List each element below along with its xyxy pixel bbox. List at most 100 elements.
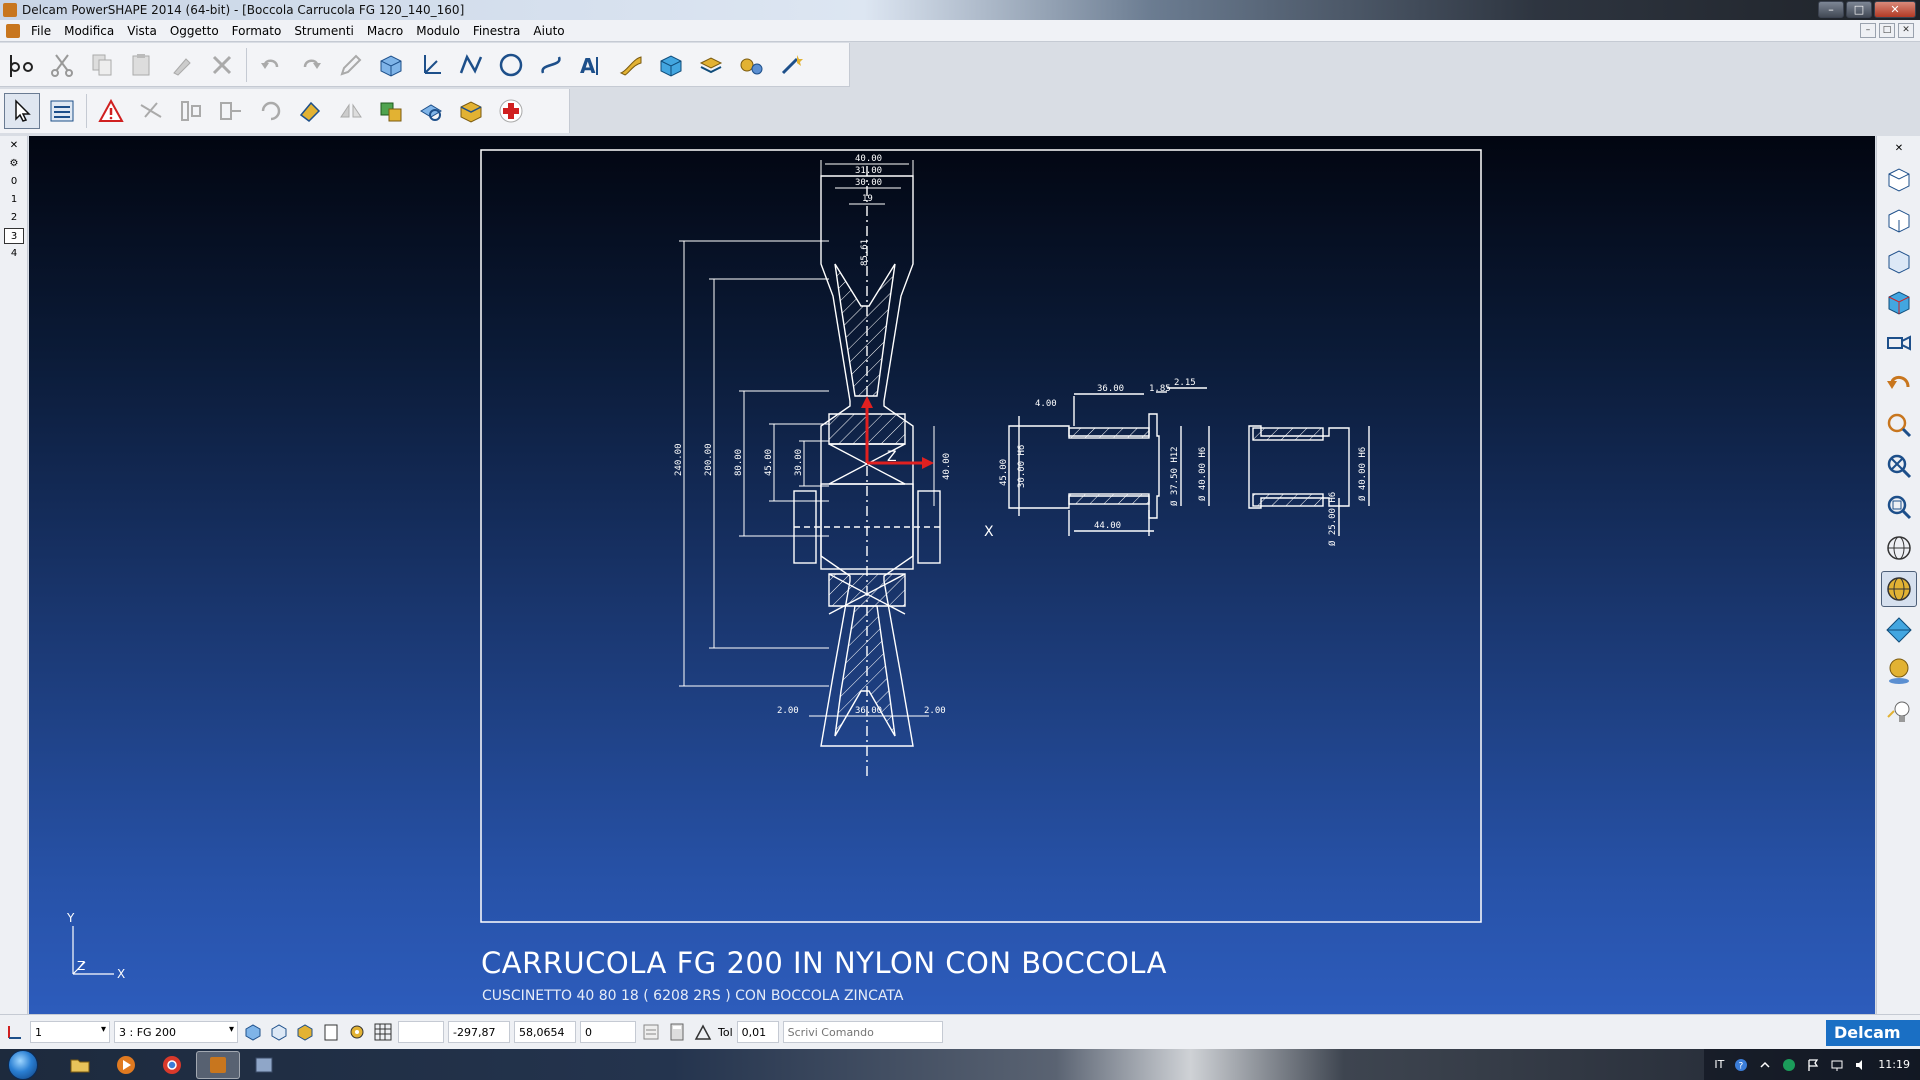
menu-finestra[interactable]: Finestra [468,24,529,38]
repair-button[interactable] [493,93,529,129]
start-button[interactable] [8,1050,38,1080]
taskbar-explorer[interactable] [58,1051,102,1079]
level-select[interactable]: 3 : FG 200 [114,1021,238,1043]
action-center-tray-icon[interactable] [1806,1058,1820,1072]
edit-selection-button[interactable] [333,47,369,83]
level-item-2[interactable]: 2 [4,210,24,226]
mesh-tool-button[interactable] [693,47,729,83]
cad-viewport[interactable]: 40.00 31.00 30.00 19 85.61 240.00 200.00… [29,136,1875,1014]
format-painter-button[interactable] [164,47,200,83]
view-camera-button[interactable] [1881,325,1917,361]
tray-expand-icon[interactable] [1758,1058,1772,1072]
zoom-box-button[interactable] [1881,489,1917,525]
antivirus-tray-icon[interactable] [1782,1058,1796,1072]
menu-modulo[interactable]: Modulo [411,24,468,38]
taskbar-app[interactable] [242,1051,286,1079]
y-coordinate[interactable]: 58,0654 [514,1021,576,1043]
select-button[interactable] [4,93,40,129]
wireframe-view-button[interactable] [1881,530,1917,566]
copy-button[interactable] [84,47,120,83]
view-front-button[interactable] [1881,202,1917,238]
z-coordinate[interactable]: 0 [580,1021,636,1043]
material-status-icon[interactable] [242,1021,264,1043]
view-side-button[interactable] [1881,243,1917,279]
calculator-icon[interactable] [666,1021,688,1043]
workplane-tool-button[interactable] [4,47,40,83]
boolean-button[interactable] [373,93,409,129]
document-icon[interactable] [6,23,20,38]
paste-button[interactable] [124,47,160,83]
level-item-3[interactable]: 3 [4,228,24,244]
surface-tool-button[interactable] [613,47,649,83]
help-tray-icon[interactable]: ? [1734,1058,1748,1072]
shaded-view-button[interactable] [1881,571,1917,607]
workplane-select[interactable]: 1 [30,1021,110,1043]
model-box-button[interactable] [453,93,489,129]
mirror-button[interactable] [333,93,369,129]
transform-button[interactable] [293,93,329,129]
network-tray-icon[interactable] [1830,1058,1844,1072]
workplane-status-icon[interactable] [4,1021,26,1043]
material-button[interactable] [1881,653,1917,689]
limit-button[interactable] [173,93,209,129]
line-tool-button[interactable] [453,47,489,83]
doc-restore-button[interactable]: □ [1879,23,1895,38]
surface-status-icon[interactable] [294,1021,316,1043]
lighting-button[interactable] [1881,612,1917,648]
grid-toggle[interactable] [372,1021,394,1043]
workplane-create-button[interactable] [413,47,449,83]
doc-minimize-button[interactable]: – [1860,23,1876,38]
menu-strumenti[interactable]: Strumenti [289,24,362,38]
cut-button[interactable] [44,47,80,83]
x-coordinate[interactable]: -297,87 [448,1021,510,1043]
analysis-button[interactable] [413,93,449,129]
doc-close-button[interactable]: ✕ [1898,23,1914,38]
view-top-button[interactable] [1881,161,1917,197]
command-input[interactable] [782,1021,943,1043]
tolerance-field[interactable]: 0,01 [736,1021,779,1043]
selection-filter-button[interactable] [44,93,80,129]
text-tool-button[interactable]: A [573,47,609,83]
level-item-4[interactable]: 4 [4,246,24,262]
previous-view-button[interactable] [1881,366,1917,402]
view-iso-button[interactable] [1881,284,1917,320]
trim-button[interactable] [133,93,169,129]
zoom-dynamic-button[interactable] [1881,407,1917,443]
clipboard-status-icon[interactable] [320,1021,342,1043]
solid-status-icon[interactable] [268,1021,290,1043]
coordinate-mode-icon[interactable] [640,1021,662,1043]
solid-tool-button[interactable] [653,47,689,83]
taskbar-chrome[interactable] [150,1051,194,1079]
rotate-button[interactable] [253,93,289,129]
tools-wizard-button[interactable] [773,47,809,83]
tolerance-icon[interactable] [692,1021,714,1043]
light-settings-button[interactable] [1881,694,1917,730]
maximize-button[interactable]: □ [1846,1,1872,18]
menu-formato[interactable]: Formato [227,24,290,38]
zoom-all-button[interactable] [1881,448,1917,484]
warning-check-button[interactable] [93,93,129,129]
curve-tool-button[interactable] [533,47,569,83]
menu-aiuto[interactable]: Aiuto [528,24,572,38]
menu-modifica[interactable]: Modifica [59,24,122,38]
taskbar-media-player[interactable] [104,1051,148,1079]
delete-button[interactable] [204,47,240,83]
level-panel-close-icon[interactable]: ✕ [4,138,24,154]
view-tools-button[interactable] [373,47,409,83]
minimize-button[interactable]: – [1818,1,1844,18]
level-item-0[interactable]: 0 [4,174,24,190]
assembly-tool-button[interactable] [733,47,769,83]
close-button[interactable]: ✕ [1874,1,1916,18]
language-indicator[interactable]: IT [1714,1058,1724,1071]
clock[interactable]: 11:19 [1878,1058,1910,1071]
snap-status-icon[interactable] [346,1021,368,1043]
level-settings-icon[interactable]: ⚙ [4,156,24,172]
undo-button[interactable] [253,47,289,83]
volume-tray-icon[interactable] [1854,1058,1868,1072]
circle-tool-button[interactable] [493,47,529,83]
view-panel-close-icon[interactable]: ✕ [1881,140,1917,156]
redo-button[interactable] [293,47,329,83]
menu-oggetto[interactable]: Oggetto [165,24,227,38]
level-item-1[interactable]: 1 [4,192,24,208]
menu-vista[interactable]: Vista [122,24,165,38]
